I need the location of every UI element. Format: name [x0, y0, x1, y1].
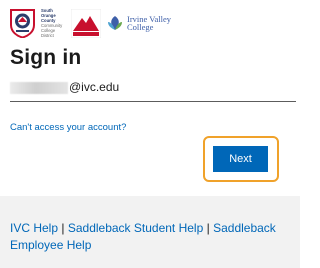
irvine-valley-line2: College: [127, 22, 154, 32]
socccd-seal-logo: [10, 9, 35, 38]
saddleback-student-help-link[interactable]: Saddleback Student Help: [68, 221, 203, 235]
page-title: Sign in: [10, 46, 82, 69]
ivc-help-link[interactable]: IVC Help: [10, 221, 58, 235]
email-domain: @ivc.edu: [69, 80, 120, 94]
email-field[interactable]: @ivc.edu: [10, 80, 296, 102]
footer: IVC Help | Saddleback Student Help | Sad…: [0, 196, 300, 268]
footer-separator: |: [61, 221, 65, 235]
next-button[interactable]: Next: [213, 146, 268, 172]
irvine-valley-leaf-icon: [108, 16, 122, 30]
socccd-wordmark: South Orange County Community College Di…: [41, 8, 67, 38]
footer-links: IVC Help | Saddleback Student Help | Sad…: [10, 220, 295, 254]
cant-access-account-link[interactable]: Can't access your account?: [10, 122, 126, 133]
footer-separator: |: [206, 221, 210, 235]
saddleback-logo: [71, 9, 101, 38]
college-logos: [9, 8, 36, 38]
socccd-line: College District: [41, 28, 56, 38]
redacted-username: [10, 82, 68, 94]
irvine-valley-logo: Irvine Valley College: [106, 13, 171, 33]
irvine-valley-wordmark: Irvine Valley College: [127, 15, 171, 32]
